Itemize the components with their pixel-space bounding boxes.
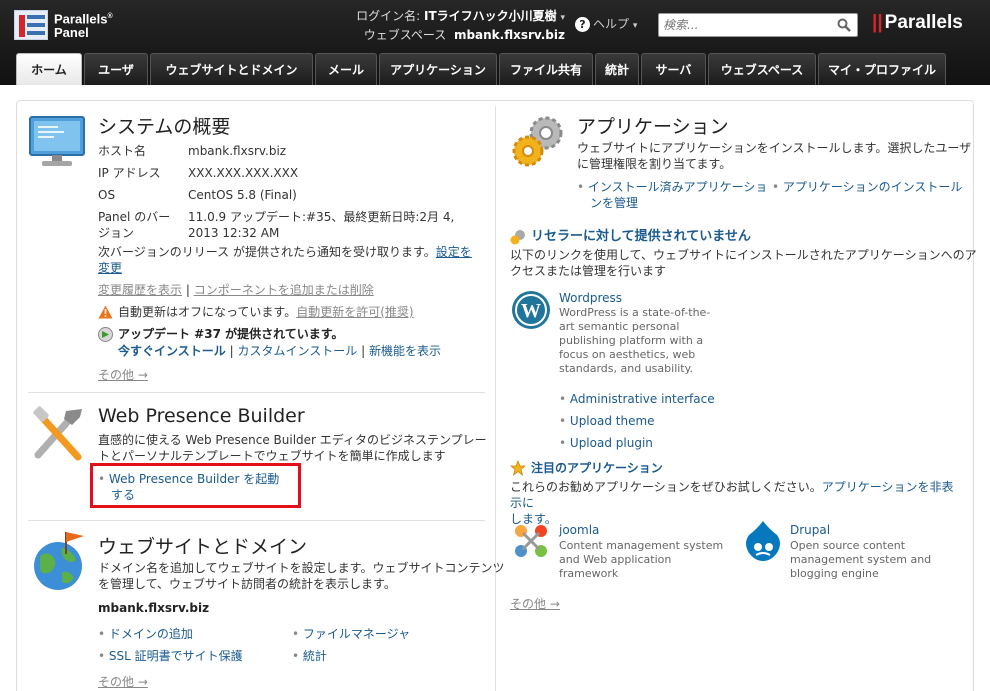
wp-upload-plugin-link[interactable]: • Upload plugin [559, 435, 653, 451]
add-remove-components-link[interactable]: コンポーネントを追加または削除 [194, 283, 374, 297]
view-new-features-link[interactable]: 新機能を表示 [369, 344, 441, 358]
search-icon[interactable] [837, 18, 851, 32]
webspace-value[interactable]: mbank.flxsrv.biz [454, 28, 565, 42]
star-icon [510, 460, 526, 476]
parallels-panel-logo[interactable]: Parallels® Panel [14, 10, 124, 42]
featured-apps-title: 注目のアプリケーション [531, 461, 663, 475]
wp-upload-theme-link[interactable]: • Upload theme [559, 413, 655, 429]
gears-icon [512, 116, 563, 167]
ip-value: XXX.XXX.XXX.XXX [188, 166, 299, 180]
section-divider [28, 392, 485, 393]
section-divider [28, 520, 485, 521]
wpb-description: 直感的に使える Web Presence Builder エディタのビジネステン… [98, 433, 487, 463]
drupal-description: Open source content management system and… [790, 539, 932, 580]
tab-my-profile[interactable]: マイ・プロファイル [818, 53, 946, 85]
login-label: ログイン名: [356, 9, 421, 23]
joomla-description: Content management system and Web applica… [559, 539, 724, 580]
change-settings-link-cont[interactable]: 変更 [98, 261, 122, 275]
tab-server[interactable]: サーバ [641, 53, 706, 85]
websites-more-link[interactable]: その他 → [98, 674, 148, 690]
view-changelog-link[interactable]: 変更履歴を表示 [98, 283, 182, 297]
login-user[interactable]: ITライフハック小川夏樹 [424, 9, 557, 23]
ssl-certificate-link[interactable]: • SSL 証明書でサイト保護 [98, 648, 243, 664]
drupal-icon [746, 521, 780, 561]
hostname-value: mbank.flxsrv.biz [188, 144, 287, 158]
drupal-name[interactable]: Drupal [790, 522, 830, 538]
system-more-link[interactable]: その他 → [98, 367, 148, 383]
help-menu[interactable]: ? ヘルプ ▾ [575, 15, 637, 32]
tab-users[interactable]: ユーザ [84, 53, 148, 85]
tab-webspace[interactable]: ウェブスペース [708, 53, 816, 85]
webspace-label: ウェブスペース [363, 28, 447, 42]
chevron-down-icon: ▾ [632, 21, 638, 31]
panel-logo-icon [14, 10, 48, 40]
reseller-section-title: リセラーに対して提供されていません [531, 229, 751, 244]
parallels-bars-icon: || [872, 12, 883, 33]
joomla-name[interactable]: joomla [559, 522, 599, 538]
logo-text: Parallels® Panel [54, 11, 113, 41]
os-value: CentOS 5.8 (Final) [188, 188, 297, 202]
add-domain-link[interactable]: • ドメインの追加 [98, 626, 193, 642]
help-label: ヘルプ [593, 17, 630, 31]
panel-version-label: Panel のバー ジョン [98, 210, 171, 240]
wordpress-icon: W [512, 291, 550, 329]
parallels-brand-logo: || Parallels [872, 12, 963, 33]
search-input[interactable] [663, 17, 823, 33]
login-info: ログイン名: ITライフハック小川夏樹 ▾ ウェブスペース mbank.flxs… [300, 8, 565, 44]
websites-domains-title: ウェブサイトとドメイン [98, 536, 308, 558]
column-divider [495, 106, 496, 691]
hammer-wrench-icon [33, 406, 82, 461]
reseller-description: 以下のリンクを使用して、ウェブサイトにインストールされたアプリケーションへのアク… [510, 248, 977, 278]
globe-flag-icon [34, 532, 84, 590]
install-now-link[interactable]: 今すぐインストール [118, 344, 226, 358]
featured-description: これらのお勧めアプリケーションをぜひお試しください。アプリケーションを非表示に … [510, 480, 954, 526]
highlight-box [90, 463, 301, 508]
tab-statistics[interactable]: 統計 [595, 53, 639, 85]
history-links: 変更履歴を表示 | コンポーネントを追加または削除 [98, 283, 374, 297]
svg-text:W: W [521, 300, 541, 322]
wordpress-name[interactable]: Wordpress [559, 290, 622, 306]
install-apps-link[interactable]: • アプリケーションのインストール [772, 179, 962, 195]
reseller-apps-icon [510, 230, 525, 245]
applications-description: ウェブサイトにアプリケーションをインストールします。選択したユーザ に管理権限を割… [577, 141, 972, 171]
applications-title: アプリケーション [577, 116, 729, 138]
tab-mail[interactable]: メール [315, 53, 377, 85]
tab-home[interactable]: ホーム [16, 53, 82, 85]
update-actions: 今すぐインストール | カスタムインストール | 新機能を表示 [118, 344, 441, 358]
domain-name: mbank.flxsrv.biz [98, 601, 210, 615]
tab-applications[interactable]: アプリケーション [379, 53, 497, 85]
wordpress-description: WordPress is a state-of-the-art semantic… [559, 306, 711, 375]
tab-file-sharing[interactable]: ファイル共有 [499, 53, 593, 85]
change-settings-link[interactable]: 設定を [436, 245, 472, 259]
update-available-text: アップデート #37 が提供されています。 [118, 327, 344, 341]
allow-autoupdate-link[interactable]: 自動更新を許可(推奨) [296, 305, 413, 319]
os-label: OS [98, 188, 116, 202]
tab-websites-domains[interactable]: ウェブサイトとドメイン [150, 53, 313, 85]
search-box[interactable] [658, 13, 858, 37]
applications-more-link[interactable]: その他 → [510, 596, 560, 612]
update-available-icon [98, 327, 113, 342]
panel-version-value: 11.0.9 アップデート:#35、最終更新日時:2月 4, 2013 12:32… [188, 210, 455, 240]
joomla-icon [515, 525, 547, 557]
monitor-icon [29, 116, 85, 166]
wp-admin-link[interactable]: • Administrative interface [559, 391, 715, 407]
hostname-label: ホスト名 [98, 144, 147, 158]
manage-installed-apps-link[interactable]: • インストール済みアプリケーショ ンを管理 [577, 179, 767, 211]
notify-text: 次バージョンのリリース が提供されたら通知を受け取ります。設定を 変更 [98, 245, 472, 275]
wpb-title: Web Presence Builder [98, 405, 305, 427]
system-overview-title: システムの概要 [98, 116, 231, 138]
statistics-link[interactable]: • 統計 [292, 648, 327, 664]
websites-description: ドメイン名を追加してウェブサイトを設定します。ウェブサイトコンテンツ を管理して、… [98, 561, 505, 591]
chevron-down-icon[interactable]: ▾ [560, 13, 565, 23]
custom-install-link[interactable]: カスタムインストール [237, 344, 357, 358]
ip-label: IP アドレス [98, 166, 161, 180]
help-icon: ? [575, 17, 590, 32]
file-manager-link[interactable]: • ファイルマネージャ [292, 626, 410, 642]
autoupdate-status: 自動更新はオフになっています。自動更新を許可(推奨) [118, 305, 414, 319]
warning-icon [98, 305, 113, 319]
